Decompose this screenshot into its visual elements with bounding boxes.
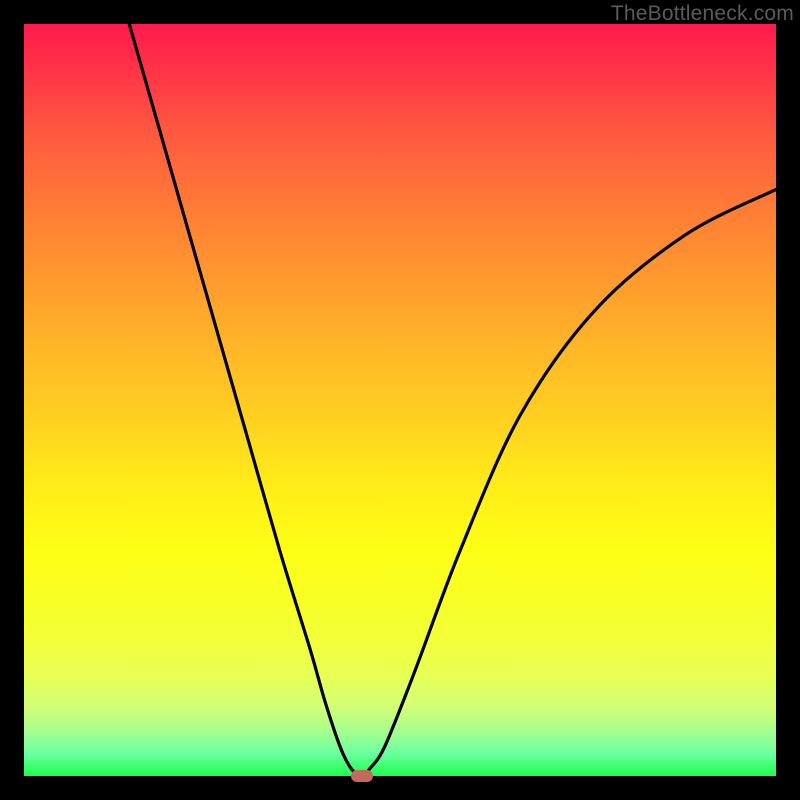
bottleneck-curve bbox=[24, 24, 776, 776]
plot-area bbox=[24, 24, 776, 776]
chart-frame: TheBottleneck.com bbox=[0, 0, 800, 800]
attribution-text: TheBottleneck.com bbox=[611, 2, 794, 26]
optimum-marker bbox=[351, 770, 373, 782]
